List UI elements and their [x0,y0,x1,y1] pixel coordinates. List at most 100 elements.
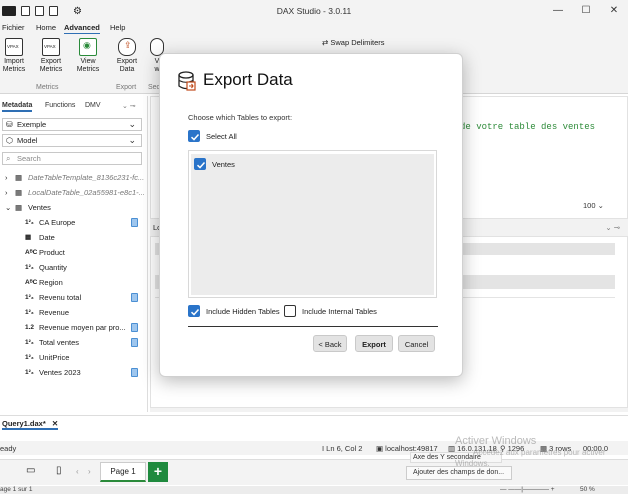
tree-column-node[interactable]: 1²₃ Quantity [0,260,146,275]
select-all-checkbox[interactable]: Select All [188,130,237,142]
window-title: DAX Studio - 3.0.11 [276,6,352,16]
measure-icon [131,218,138,227]
ribbon-group-metrics: Metrics [36,84,59,91]
checkbox-checked-icon [188,130,200,142]
tree-column-node[interactable]: 1²₃ Revenu total [0,290,146,305]
tab-home[interactable]: Home [36,23,56,32]
add-page-button[interactable]: + [148,462,168,482]
tab-fichier[interactable]: Fichier [2,23,25,32]
swap-delimiters-button[interactable]: ⇄ Swap Delimiters [322,38,385,47]
measure-icon [131,338,138,347]
export-vpax-icon: VPAX [42,38,60,56]
number-type-icon: 1²₃ [25,309,34,316]
tree-column-node[interactable]: AᴮC Product [0,245,146,260]
back-button[interactable]: < Back [313,335,347,352]
tab-help[interactable]: Help [110,23,125,32]
tree-node-label: LocalDateTable_02a55981-e8c1-... [28,188,145,197]
close-icon[interactable]: ✕ [604,4,624,18]
tree-node-label: Total ventes [39,338,80,347]
desktop-view-icon[interactable]: ▭ [26,465,35,476]
tree-node-label: Ventes 2023 [39,368,81,377]
footer-bar: age 1 sur 1 — ——|———— + 50 % [0,486,628,494]
tree-column-node[interactable]: 1²₃ UnitPrice [0,350,146,365]
tree-node-label: Quantity [39,263,67,272]
number-type-icon: 1.2 [25,324,35,331]
include-internal-checkbox[interactable]: Include Internal Tables [284,305,377,317]
tree-column-node[interactable]: 1²₃ Revenue [0,305,146,320]
minimize-icon[interactable]: — [548,4,568,18]
dialog-prompt: Choose which Tables to export: [188,113,293,122]
panel-collapse-icon[interactable]: ⌄ ⊸ [605,223,620,232]
tree-node-label: Region [39,278,63,287]
date-type-icon: ▦ [25,234,32,241]
tree-node-label: CA Europe [39,218,76,227]
tree-node-label: UnitPrice [39,353,70,362]
dialog-divider [188,326,438,327]
checkbox-checked-icon [188,305,200,317]
database-select[interactable]: ⛁ Exemple ⌄ [2,118,142,131]
mobile-view-icon[interactable]: ▯ [56,465,62,476]
panel-collapse-icon[interactable]: ⌄ ⊸ [122,102,136,110]
chevron-down-icon[interactable]: ⌄ [5,200,11,215]
cursor-position: I Ln 6, Col 2 [322,444,363,453]
maximize-icon[interactable]: ☐ [576,4,596,18]
chevron-right-icon[interactable]: › [5,170,8,185]
activation-watermark: Activer Windows Accédez aux paramètres p… [455,435,606,469]
table-icon: ▦ [15,173,23,182]
tab-functions[interactable]: Functions [45,102,75,109]
next-page-icon[interactable]: › [88,467,91,476]
text-type-icon: AᴮC [25,249,38,256]
document-tab[interactable]: Query1.dax* ✕ [2,419,59,430]
search-input[interactable]: ⌕ Search [2,152,142,165]
editor-zoom[interactable]: 100 ⌄ [583,201,604,210]
tree-column-node[interactable]: ▦ Date [0,230,146,245]
zoom-slider[interactable]: — ——|———— + [500,486,555,494]
export-data-button[interactable]: ⇪ Export Data [113,38,141,74]
table-row[interactable]: Ventes [194,158,235,170]
document-tab-bar: Query1.dax* ✕ [0,415,628,433]
table-icon: ▦ [15,188,23,197]
export-data-icon: ⇪ [118,38,136,56]
tree-table-node[interactable]: › ▦ LocalDateTable_02a55981-e8c1-... [0,185,146,200]
page-tab[interactable]: Page 1 [100,462,146,482]
prev-page-icon[interactable]: ‹ [76,467,79,476]
cancel-button[interactable]: Cancel [398,335,435,352]
view-metrics-icon: ◉ [79,38,97,56]
tab-dmv[interactable]: DMV [85,102,101,109]
chevron-right-icon[interactable]: › [5,185,8,200]
tree-node-label: Revenu total [39,293,82,302]
tree-column-node[interactable]: AᴮC Region [0,275,146,290]
ribbon-group-export: Export [116,84,137,91]
database-icon: ⛁ [6,120,13,129]
number-type-icon: 1²₃ [25,219,34,226]
export-data-icon [178,71,196,91]
model-select[interactable]: ⬡ Model ⌄ [2,134,142,147]
tree-table-node[interactable]: ⌄ ▦ Ventes [0,200,146,215]
view-metrics-button[interactable]: ◉ View Metrics [74,38,102,74]
import-metrics-button[interactable]: VPAX Import Metrics [0,38,28,74]
tab-metadata[interactable]: Metadata [2,102,33,112]
export-metrics-button[interactable]: VPAX Export Metrics [36,38,66,74]
search-icon: ⌕ [6,154,11,163]
import-vpax-icon: VPAX [5,38,23,56]
include-hidden-checkbox[interactable]: Include Hidden Tables [188,305,280,317]
tree-column-node[interactable]: 1²₃ CA Europe [0,215,146,230]
measure-icon [131,368,138,377]
export-data-dialog: Export Data Choose which Tables to expor… [159,53,463,377]
export-button[interactable]: Export [355,335,393,352]
tree-column-node[interactable]: 1²₃ Total ventes [0,335,146,350]
number-type-icon: 1²₃ [25,264,34,271]
title-bar: ⚙ DAX Studio - 3.0.11 — ☐ ✕ [0,0,628,22]
tree-table-node[interactable]: › ▦ DateTableTemplate_8136c231-fc... [0,170,146,185]
tree-column-node[interactable]: 1²₃ Ventes 2023 [0,365,146,380]
measure-icon [131,323,138,332]
tree-column-node[interactable]: 1.2 Revenue moyen par pro... [0,320,146,335]
tree-node-label: Product [39,248,65,257]
tree-node-label: Revenue [39,308,70,317]
table-icon: ▦ [15,203,23,212]
close-icon[interactable]: ✕ [52,419,58,428]
tree-node-label: Ventes [28,203,51,212]
checkbox-checked-icon [194,158,206,170]
tree-node-label: DateTableTemplate_8136c231-fc... [28,173,145,182]
number-type-icon: 1²₃ [25,354,34,361]
